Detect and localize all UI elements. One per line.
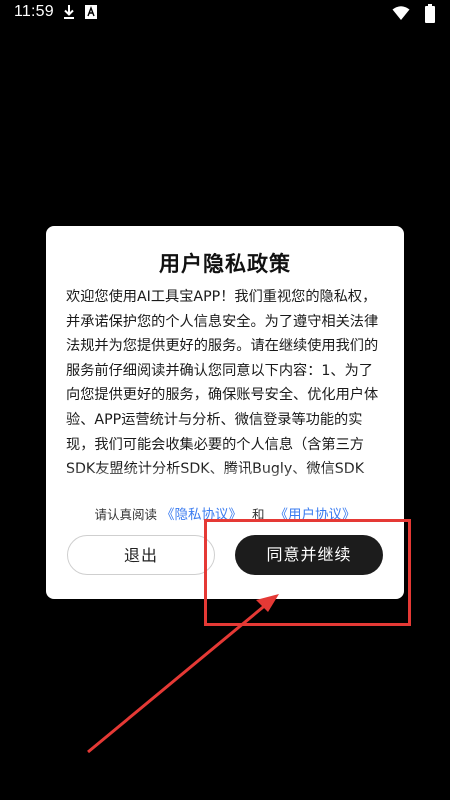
highlight-box [204,519,411,626]
dialog-body-text[interactable]: 欢迎您使用AI工具宝APP！我们重视您的隐私权，并承诺保护您的个人信息安全。为了… [66,285,386,491]
exit-button[interactable]: 退出 [67,535,215,575]
dialog-title: 用户隐私政策 [159,252,291,276]
agree-prefix: 请认真阅读 [94,507,158,522]
privacy-policy-text: 欢迎您使用AI工具宝APP！我们重视您的隐私权，并承诺保护您的个人信息安全。为了… [66,289,379,477]
screen: 11:59 用户隐私政策 欢迎您使用AI工具宝APP！我们重视您的隐私权，并承诺… [0,0,450,800]
status-bar: 11:59 [0,0,450,28]
battery-icon [424,4,436,28]
status-time: 11:59 [14,3,54,20]
download-icon [62,4,76,24]
wifi-icon [392,5,410,25]
body-fade [66,466,386,492]
text-a-icon [84,4,98,24]
